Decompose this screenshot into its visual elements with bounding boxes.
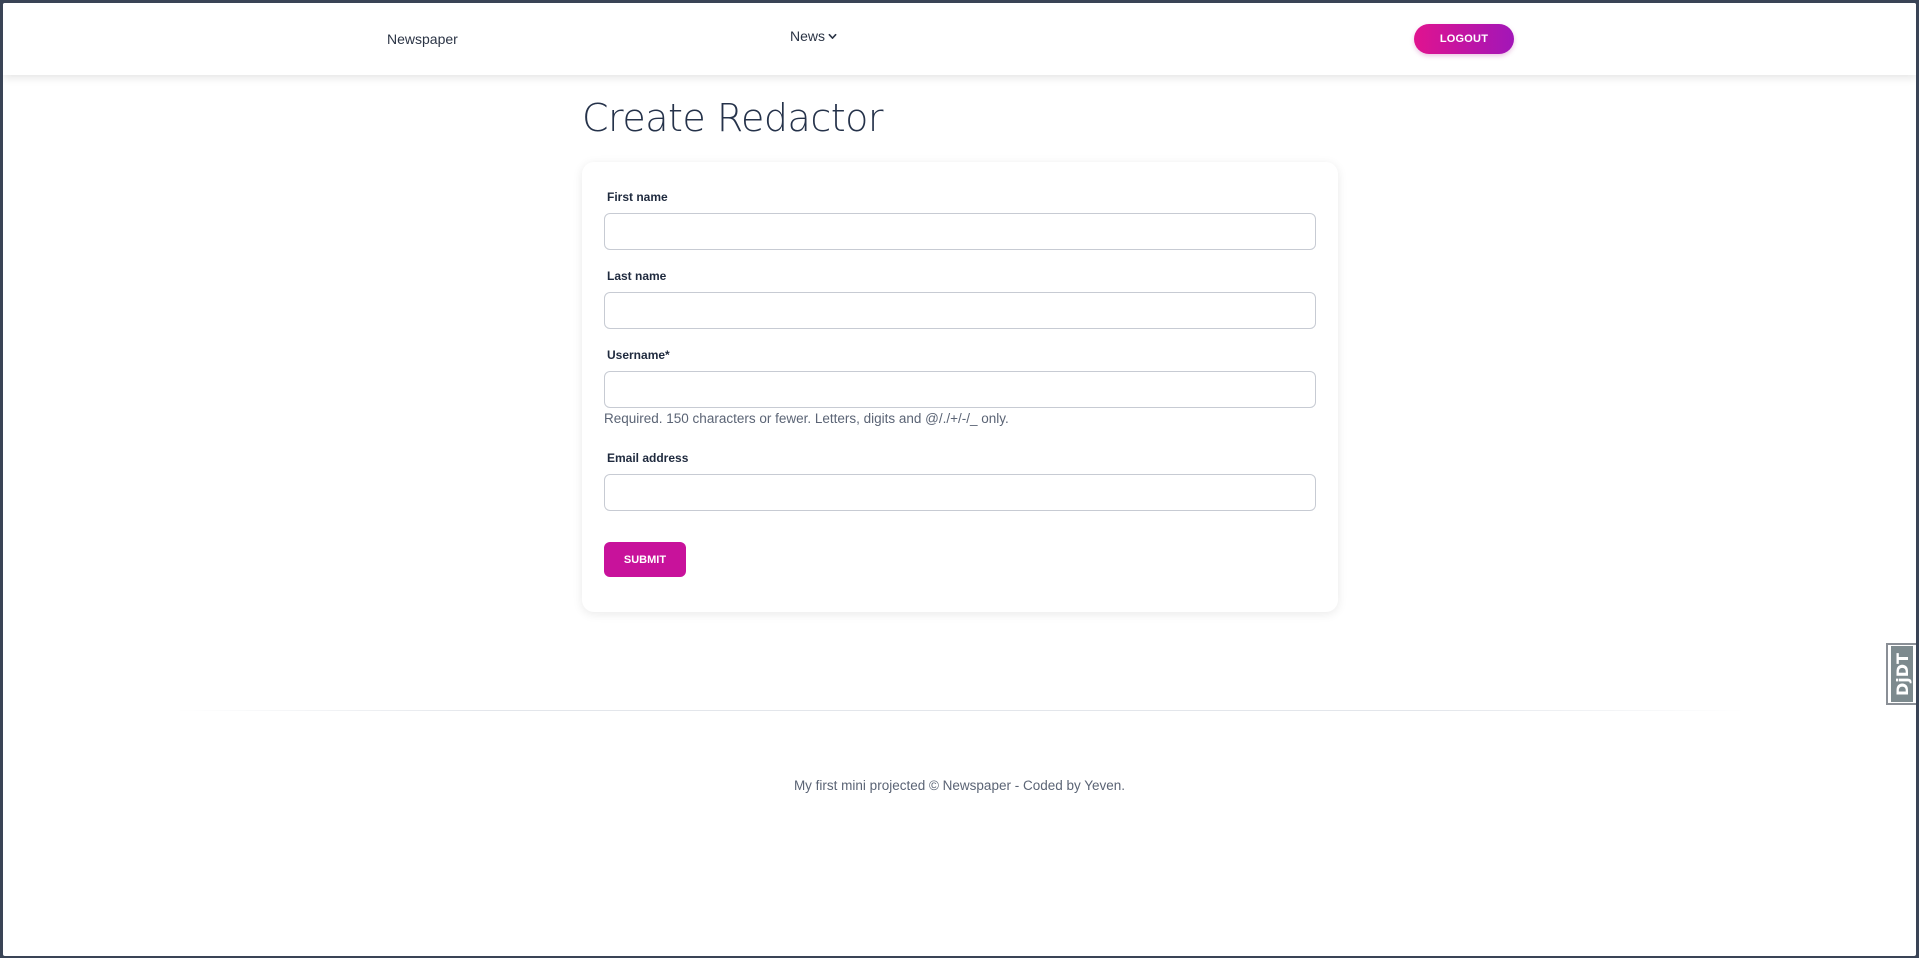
- username-help-text: Required. 150 characters or fewer. Lette…: [604, 411, 1009, 426]
- logout-button[interactable]: LOGOUT: [1414, 24, 1514, 54]
- news-menu-label: News: [790, 28, 826, 44]
- page-title: Create Redactor: [582, 96, 884, 140]
- debug-toolbar-logo: DjDT: [1891, 646, 1913, 702]
- debug-toolbar-label: DjDT: [1892, 652, 1912, 696]
- email-input[interactable]: [604, 474, 1316, 511]
- top-navbar: Newspaper News LOGOUT: [3, 3, 1916, 75]
- create-redactor-form: First name Last name Username* Required.…: [582, 162, 1338, 612]
- username-label: Username*: [607, 348, 670, 362]
- news-dropdown-toggle[interactable]: News: [790, 28, 837, 44]
- first-name-input[interactable]: [604, 213, 1316, 250]
- browser-viewport: Newspaper News LOGOUT Create Redactor Fi…: [3, 3, 1916, 956]
- last-name-label: Last name: [607, 269, 667, 283]
- brand-link[interactable]: Newspaper: [387, 31, 458, 47]
- footer-divider: [175, 710, 1745, 711]
- email-label: Email address: [607, 451, 689, 465]
- chevron-down-icon: [828, 32, 837, 41]
- footer-text: My first mini projected © Newspaper - Co…: [793, 778, 1126, 793]
- submit-button[interactable]: SUBMIT: [604, 542, 686, 577]
- username-input[interactable]: [604, 371, 1316, 408]
- first-name-label: First name: [607, 190, 668, 204]
- debug-toolbar-handle[interactable]: DjDT: [1886, 643, 1916, 705]
- last-name-input[interactable]: [604, 292, 1316, 329]
